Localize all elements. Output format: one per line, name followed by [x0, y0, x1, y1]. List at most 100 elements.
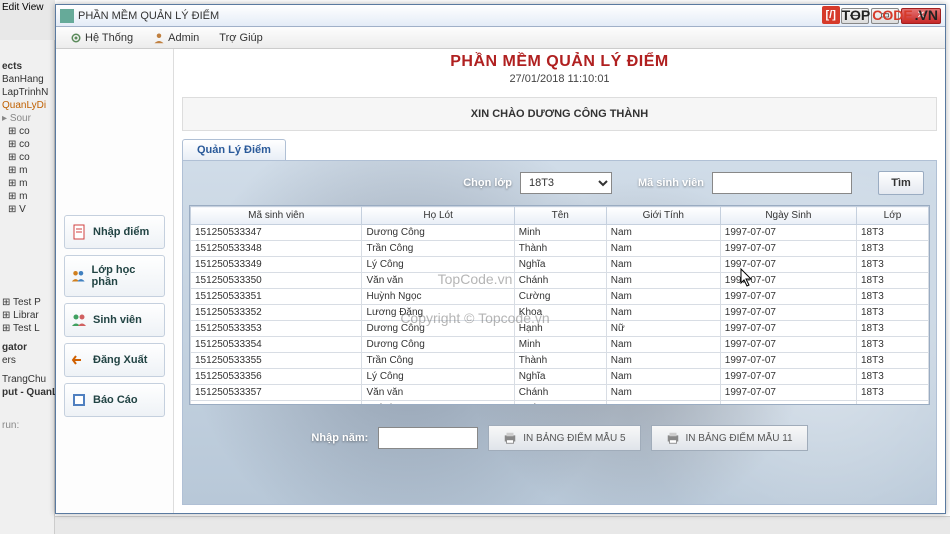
table-cell: 1997-07-07	[720, 369, 856, 385]
sidebar-item-label: Nhập điểm	[93, 226, 149, 238]
sidebar-sinh-vien[interactable]: Sinh viên	[64, 303, 165, 337]
table-row[interactable]: 151250533355Trần CôngThànhNam1997-07-071…	[191, 353, 929, 369]
table-cell: Nghĩa	[514, 257, 606, 273]
table-row[interactable]: 151250533347Dương CôngMinhNam1997-07-071…	[191, 225, 929, 241]
table-cell: Lý Công	[362, 257, 514, 273]
tab-quan-ly-diem[interactable]: Quản Lý Điểm	[182, 139, 286, 160]
table-cell: 151250533352	[191, 305, 362, 321]
table-cell: 1997-07-07	[720, 241, 856, 257]
table-cell: 1997-07-07	[720, 273, 856, 289]
table-cell: Thành	[514, 353, 606, 369]
table-cell: 151250533354	[191, 337, 362, 353]
table-cell: 151250533355	[191, 353, 362, 369]
filter-bar: Chọn lớp 18T3 Mã sinh viên Tìm	[183, 161, 936, 205]
table-cell: Nam	[606, 353, 720, 369]
window-title: PHẦN MỀM QUẢN LÝ ĐIỂM	[78, 10, 841, 22]
brand-icon: [/]	[822, 6, 840, 24]
table-cell: 1997-07-07	[720, 353, 856, 369]
year-label: Nhập năm:	[311, 432, 368, 444]
table-cell: Nam	[606, 337, 720, 353]
table-cell: Hạnh	[514, 321, 606, 337]
print-mau-5-button[interactable]: IN BẢNG ĐIỂM MẪU 5	[488, 425, 640, 451]
column-header[interactable]: Giới Tính	[606, 207, 720, 225]
table-cell: 151250533353	[191, 321, 362, 337]
table-cell: 18T3	[856, 225, 928, 241]
column-header[interactable]: Lớp	[856, 207, 928, 225]
table-row[interactable]: 151250533349Lý CôngNghĩaNam1997-07-0718T…	[191, 257, 929, 273]
table-cell: 18T3	[856, 241, 928, 257]
table-row[interactable]: 151250533348Trần CôngThànhNam1997-07-071…	[191, 241, 929, 257]
table-cell: 1997-07-07	[720, 225, 856, 241]
content-panel: Chọn lớp 18T3 Mã sinh viên Tìm Mã sinh v…	[182, 160, 937, 505]
table-cell: Chánh	[514, 273, 606, 289]
table-cell: Văn văn	[362, 385, 514, 401]
logout-icon	[71, 352, 87, 368]
column-header[interactable]: Mã sinh viên	[191, 207, 362, 225]
column-header[interactable]: Tên	[514, 207, 606, 225]
sidebar-item-label: Lớp học phần	[92, 264, 158, 288]
sidebar-bao-cao[interactable]: Báo Cáo	[64, 383, 165, 417]
ide-statusbar: ⓘ Notificati	[0, 516, 950, 534]
class-select[interactable]: 18T3	[520, 172, 612, 194]
table-cell: 1997-07-07	[720, 305, 856, 321]
column-header[interactable]: Họ Lót	[362, 207, 514, 225]
table-cell: Dương Công	[362, 337, 514, 353]
table-row[interactable]: 151250533351Huỳnh NgọcCườngNam1997-07-07…	[191, 289, 929, 305]
table-cell: 18T3	[856, 273, 928, 289]
table-cell: 18T3	[856, 305, 928, 321]
table-cell: Trần Công	[362, 353, 514, 369]
sidebar-item-label: Sinh viên	[93, 314, 142, 326]
table-cell: 18T3	[856, 385, 928, 401]
report-icon	[71, 392, 87, 408]
table-cell: 18T3	[856, 353, 928, 369]
year-input[interactable]	[378, 427, 478, 449]
page-title: PHẦN MỀM QUẢN LÝ ĐIỂM	[174, 53, 945, 71]
table-row[interactable]: 151250533350Văn vănChánhNam1997-07-0718T…	[191, 273, 929, 289]
table-row[interactable]: 151250533357Văn vănChánhNam1997-07-0718T…	[191, 385, 929, 401]
table-cell: 151250533351	[191, 289, 362, 305]
table-cell: 18T3	[856, 369, 928, 385]
menu-system[interactable]: Hệ Thống	[62, 30, 141, 46]
table-row[interactable]: 151250533352Lương ĐặngKhoaNam1997-07-071…	[191, 305, 929, 321]
student-id-input[interactable]	[712, 172, 852, 194]
table-cell: Huỳnh Ngọc	[362, 289, 514, 305]
table-cell: 18T3	[856, 321, 928, 337]
table-cell: Cường	[514, 289, 606, 305]
table-cell: Minh	[514, 225, 606, 241]
table-row[interactable]: 151250533354Dương CôngMinhNam1997-07-071…	[191, 337, 929, 353]
sidebar-nhap-diem[interactable]: Nhập điểm	[64, 215, 165, 249]
table-cell: Khoa	[514, 305, 606, 321]
search-button[interactable]: Tìm	[878, 171, 924, 195]
table-cell: 1997-07-07	[720, 337, 856, 353]
print-icon	[666, 431, 680, 445]
data-grid[interactable]: Mã sinh viênHọ LótTênGiới TínhNgày SinhL…	[189, 205, 930, 405]
table-cell: Nam	[606, 385, 720, 401]
sidebar-dang-xuat[interactable]: Đăng Xuất	[64, 343, 165, 377]
sidebar-item-label: Đăng Xuất	[93, 354, 147, 366]
column-header[interactable]: Ngày Sinh	[720, 207, 856, 225]
menubar: Hệ Thống Admin Trợ Giúp	[56, 27, 945, 49]
timestamp: 27/01/2018 11:10:01	[174, 73, 945, 85]
table-row[interactable]: 151250533353Dương CôngHạnhNữ1997-07-0718…	[191, 321, 929, 337]
sidebar: Nhập điểm Lớp học phần Sinh viên Đăng Xu…	[56, 49, 174, 513]
table-cell: 18T3	[856, 337, 928, 353]
table-cell: 151250533348	[191, 241, 362, 257]
table-cell: 151250533357	[191, 385, 362, 401]
table-cell: 18T3	[856, 257, 928, 273]
table-cell: Thành	[514, 241, 606, 257]
table-cell: 1997-07-07	[720, 289, 856, 305]
table-cell: 1997-07-07	[720, 257, 856, 273]
menu-admin[interactable]: Admin	[145, 30, 207, 46]
table-cell: Lương Đặng	[362, 305, 514, 321]
sidebar-lop-hoc-phan[interactable]: Lớp học phần	[64, 255, 165, 297]
gear-icon	[70, 32, 82, 44]
table-cell: Nam	[606, 257, 720, 273]
table-cell: Minh	[514, 337, 606, 353]
table-row[interactable]: 151250533356Lý CôngNghĩaNam1997-07-0718T…	[191, 369, 929, 385]
print-mau-11-button[interactable]: IN BẢNG ĐIỂM MẪU 11	[651, 425, 808, 451]
ide-sidebar: Edit View ects BanHang LapTrinhN QuanLyD…	[0, 0, 55, 534]
table-cell: Nam	[606, 241, 720, 257]
menu-help[interactable]: Trợ Giúp	[211, 30, 270, 46]
table-cell: 18T3	[856, 289, 928, 305]
people-icon	[71, 312, 87, 328]
